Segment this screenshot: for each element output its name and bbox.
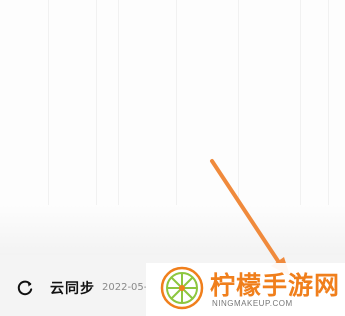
- background-streak: [118, 0, 119, 235]
- watermark: 柠檬手游网 NINGMAKEUP.COM: [146, 263, 345, 316]
- watermark-url: NINGMAKEUP.COM: [212, 299, 293, 308]
- background-streak: [300, 0, 301, 235]
- background-streak: [238, 0, 239, 235]
- background-streak: [176, 0, 177, 235]
- lemon-logo-icon: [160, 266, 204, 310]
- background-streak: [48, 0, 49, 235]
- last-sync-date: 2022-05-2: [102, 282, 146, 293]
- background-streak: [328, 0, 329, 235]
- background-streak: [96, 0, 97, 235]
- refresh-icon[interactable]: [16, 279, 34, 297]
- cloud-sync-label[interactable]: 云同步: [50, 278, 95, 298]
- bottom-fade: [0, 205, 345, 255]
- watermark-title: 柠檬手游网: [210, 271, 341, 300]
